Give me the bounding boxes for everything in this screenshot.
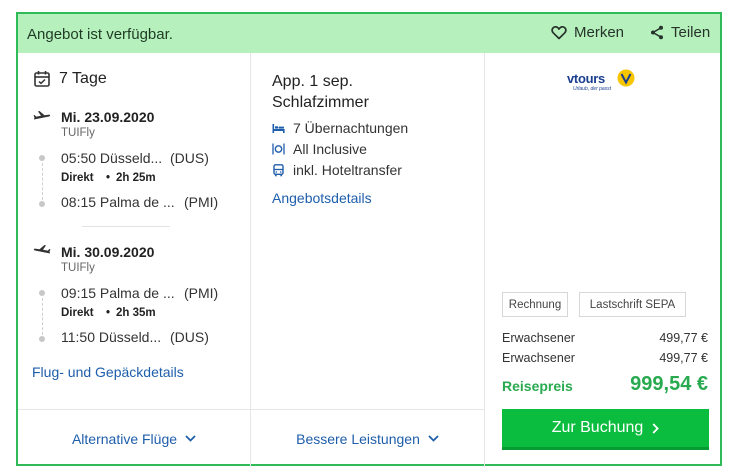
card-footer: Alternative Flüge Bessere Leistungen	[18, 409, 485, 467]
chevron-right-icon	[652, 422, 660, 434]
inbound-dep-dot	[39, 290, 45, 296]
calendar-icon	[34, 71, 50, 87]
board-feature: All Inclusive	[272, 141, 367, 157]
operator-logo: vtours Urlaub, der passt	[567, 69, 637, 97]
operator-badge-icon	[617, 69, 635, 87]
outbound-departure: 05:50 Düsseld...	[61, 150, 163, 166]
better-services-button[interactable]: Bessere Leistungen	[251, 410, 485, 467]
payment-method-invoice: Rechnung	[502, 292, 568, 317]
outbound-arr-dot	[39, 201, 45, 207]
traveler-label: Erwachsener	[502, 351, 575, 365]
outbound-dep-code: (DUS)	[170, 150, 209, 166]
inbound-date: Mi. 30.09.2020	[61, 244, 155, 260]
booking-label: Zur Buchung	[551, 419, 644, 436]
total-price: 999,54 €	[630, 373, 708, 395]
trip-duration: 7 Tage	[59, 70, 107, 87]
inbound-flight-time: 2h 35m	[116, 307, 156, 319]
outbound-airline: TUIFly	[61, 127, 95, 139]
inbound-arr-dot	[39, 336, 45, 342]
transfer-feature: inkl. Hoteltransfer	[272, 162, 402, 178]
return-plane-icon	[33, 245, 51, 254]
operator-name: vtours	[567, 71, 605, 86]
share-label: Teilen	[671, 24, 711, 41]
traveler-price: 499,77 €	[659, 351, 708, 365]
outbound-route-line	[42, 163, 43, 200]
flight-column: 7 Tage Mi. 23.09.2020 TUIFly 05:50 Düsse…	[18, 53, 251, 409]
chevron-down-icon	[428, 435, 439, 442]
operator-tagline: Urlaub, der passt	[573, 86, 612, 92]
booking-button[interactable]: Zur Buchung	[502, 409, 709, 450]
payment-method-sepa: Lastschrift SEPA	[579, 292, 686, 317]
bus-icon	[273, 163, 284, 176]
outbound-direct: Direkt	[61, 172, 94, 184]
nights-feature: 7 Übernachtungen	[272, 120, 408, 136]
bed-icon	[272, 123, 285, 133]
inbound-direct: Direkt	[61, 307, 94, 319]
traveler-price: 499,77 €	[659, 331, 708, 345]
chevron-down-icon	[185, 435, 196, 442]
room-type: App. 1 sep. Schlafzimmer	[272, 73, 369, 111]
outbound-date: Mi. 23.09.2020	[61, 109, 155, 125]
availability-text: Angebot ist verfügbar.	[27, 26, 173, 43]
price-column: vtours Urlaub, der passt Rechnung Lastsc…	[485, 53, 720, 466]
hotel-column: App. 1 sep. Schlafzimmer 7 Übernachtunge…	[251, 53, 485, 409]
flight-divider	[82, 226, 170, 227]
save-button[interactable]: Merken	[551, 24, 624, 41]
total-label: Reisepreis	[502, 378, 573, 394]
inbound-arrival: 11:50 Düsseld...	[61, 329, 162, 345]
departure-plane-icon	[33, 111, 51, 120]
better-services-label: Bessere Leistungen	[296, 430, 420, 447]
offer-details-link[interactable]: Angebotsdetails	[272, 190, 372, 206]
dining-icon	[272, 143, 285, 155]
save-label: Merken	[574, 24, 625, 41]
outbound-flight-time: 2h 25m	[116, 172, 156, 184]
heart-icon	[551, 25, 567, 40]
nights-label: 7 Übernachtungen	[293, 120, 409, 136]
traveler-label: Erwachsener	[502, 331, 575, 345]
outbound-arrival: 08:15 Palma de ...	[61, 194, 175, 210]
board-label: All Inclusive	[293, 141, 367, 157]
outbound-dep-dot	[39, 155, 45, 161]
alternative-flights-button[interactable]: Alternative Flüge	[18, 410, 251, 467]
direct-bullet: •	[106, 307, 111, 319]
inbound-arr-code: (DUS)	[170, 329, 209, 345]
flight-details-link[interactable]: Flug- und Gepäckdetails	[32, 364, 184, 380]
inbound-route-line	[42, 298, 43, 335]
share-icon	[651, 25, 663, 40]
transfer-label: inkl. Hoteltransfer	[293, 162, 402, 178]
direct-bullet: •	[106, 172, 111, 184]
offer-header: Angebot ist verfügbar. Merken Teilen	[18, 14, 720, 53]
outbound-arr-code: (PMI)	[184, 194, 219, 210]
offer-card: Angebot ist verfügbar. Merken Teilen 7 T…	[16, 12, 722, 467]
inbound-dep-code: (PMI)	[184, 285, 219, 301]
share-button[interactable]: Teilen	[650, 24, 710, 41]
inbound-airline: TUIFly	[61, 262, 95, 274]
alternative-flights-label: Alternative Flüge	[71, 430, 178, 447]
inbound-departure: 09:15 Palma de ...	[61, 285, 175, 301]
